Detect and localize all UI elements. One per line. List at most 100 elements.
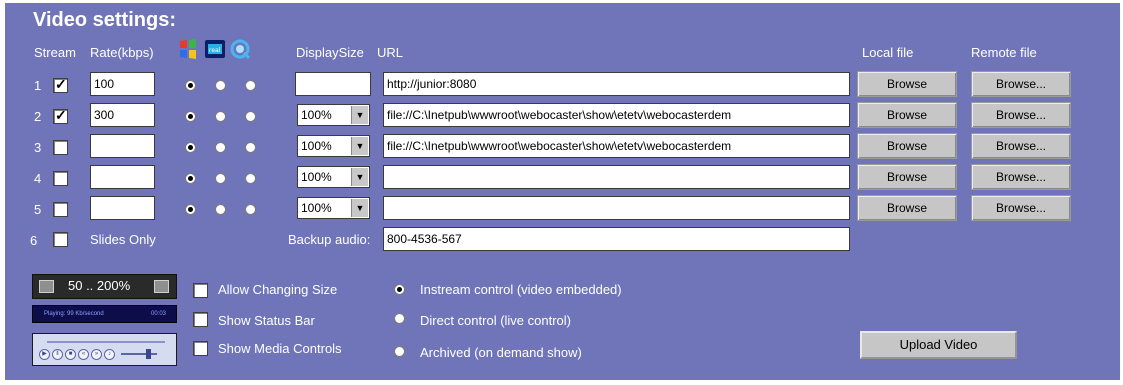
display-size-select[interactable]: 100% ▼ (297, 197, 370, 219)
header-stream: Stream (34, 45, 76, 60)
browse-remote-button[interactable]: Browse... (971, 164, 1071, 190)
browse-local-button[interactable]: Browse (857, 133, 957, 159)
stream-number: 5 (34, 202, 42, 217)
player-radio-windows-media[interactable] (185, 204, 196, 215)
browse-local-button[interactable]: Browse (857, 102, 957, 128)
status-time: 00:03 (151, 311, 167, 317)
section-title: Video settings: (33, 9, 176, 31)
stream-enable-checkbox[interactable] (53, 171, 68, 186)
stream-enable-checkbox[interactable] (53, 140, 68, 155)
grow-icon (154, 280, 169, 293)
player-radio-quicktime[interactable] (245, 111, 256, 122)
show-media-controls-label: Show Media Controls (218, 341, 342, 356)
browse-local-button[interactable]: Browse (857, 164, 957, 190)
rate-input[interactable] (90, 165, 155, 189)
player-radio-windows-media[interactable] (185, 142, 196, 153)
display-size-value: 100% (301, 170, 332, 184)
rewind-icon: « (78, 349, 89, 360)
url-input[interactable]: file://C:\Inetpub\wwwroot\webocaster\sho… (383, 103, 850, 127)
video-settings-panel: Video settings: Stream Rate(kbps) real D… (5, 3, 1120, 380)
seek-track (47, 341, 165, 343)
backup-audio-label: Backup audio: (288, 232, 371, 247)
url-input[interactable] (383, 165, 850, 189)
stream-enable-checkbox[interactable]: ✓ (53, 107, 68, 124)
stream-enable-checkbox[interactable] (53, 202, 68, 217)
archived-label: Archived (on demand show) (420, 345, 582, 360)
player-radio-windows-media[interactable] (185, 80, 196, 91)
backup-audio-input[interactable]: 800-4536-567 (383, 227, 850, 251)
slides-only-checkbox[interactable] (53, 232, 68, 247)
play-icon: ▶ (39, 349, 50, 360)
header-rate: Rate(kbps) (90, 45, 154, 60)
svg-text:real: real (209, 47, 221, 54)
show-status-bar-checkbox[interactable] (193, 312, 208, 327)
allow-changing-size-checkbox[interactable] (193, 283, 208, 298)
player-radio-real[interactable] (215, 173, 226, 184)
stream-number: 6 (30, 233, 38, 248)
status-text: Playing: 99 Kb/second (44, 311, 104, 317)
size-range-label: 50 .. 200% (68, 278, 131, 293)
stream-number: 4 (34, 171, 42, 186)
shrink-icon (39, 280, 54, 293)
rate-input[interactable] (90, 134, 155, 158)
browse-remote-button[interactable]: Browse... (971, 102, 1071, 128)
windows-media-icon (178, 38, 198, 60)
player-radio-quicktime[interactable] (245, 204, 256, 215)
resize-control-preview: 50 .. 200% (32, 274, 177, 299)
volume-thumb (146, 349, 151, 359)
archived-radio[interactable] (394, 346, 405, 357)
allow-changing-size-label: Allow Changing Size (218, 282, 338, 297)
player-radio-real[interactable] (215, 204, 226, 215)
player-radio-quicktime[interactable] (245, 80, 256, 91)
chevron-down-icon[interactable]: ▼ (351, 168, 368, 186)
stream-enable-checkbox[interactable]: ✓ (53, 76, 68, 93)
browse-remote-button[interactable]: Browse... (971, 133, 1071, 159)
display-size-select[interactable]: 100% ▼ (297, 104, 370, 126)
display-size-select[interactable]: 100% ▼ (297, 135, 370, 157)
show-status-bar-label: Show Status Bar (218, 313, 315, 328)
direct-control-radio[interactable] (394, 313, 405, 324)
player-radio-quicktime[interactable] (245, 142, 256, 153)
display-size-value: 100% (301, 139, 332, 153)
player-radio-windows-media[interactable] (185, 173, 196, 184)
chevron-down-icon[interactable]: ▼ (351, 137, 368, 155)
real-player-icon: real (204, 39, 226, 59)
browse-remote-button[interactable]: Browse... (971, 195, 1071, 221)
rate-input[interactable]: 300 (90, 103, 155, 127)
display-size-value: 100% (301, 108, 332, 122)
instream-control-radio[interactable] (394, 284, 405, 295)
header-remote-file: Remote file (971, 45, 1037, 60)
chevron-down-icon[interactable]: ▼ (351, 199, 368, 217)
stream-number: 2 (34, 109, 42, 124)
stream-number: 1 (34, 78, 42, 93)
rate-input[interactable]: 100 (90, 72, 155, 96)
quicktime-icon (230, 39, 251, 60)
player-radio-real[interactable] (215, 80, 226, 91)
browse-remote-button[interactable]: Browse... (971, 71, 1071, 97)
player-radio-real[interactable] (215, 142, 226, 153)
browse-local-button[interactable]: Browse (857, 195, 957, 221)
display-size-select[interactable]: 100% ▼ (297, 166, 370, 188)
rate-input[interactable] (90, 196, 155, 220)
url-input[interactable] (383, 196, 850, 220)
browse-local-button[interactable]: Browse (857, 71, 957, 97)
media-controls-preview: ▶ ‖ ■ « » ♪ (32, 333, 177, 366)
volume-slider (121, 353, 157, 355)
player-radio-windows-media[interactable] (185, 111, 196, 122)
url-input[interactable]: file://C:\Inetpub\wwwroot\webocaster\sho… (383, 134, 850, 158)
header-url: URL (377, 45, 404, 60)
player-radio-quicktime[interactable] (245, 173, 256, 184)
instream-control-label: Instream control (video embedded) (420, 282, 622, 297)
chevron-down-icon[interactable]: ▼ (351, 106, 368, 124)
stop-icon: ■ (65, 349, 76, 360)
display-size-input[interactable] (295, 72, 371, 96)
show-media-controls-checkbox[interactable] (193, 341, 208, 356)
stream-number: 3 (34, 140, 42, 155)
url-input[interactable]: http://junior:8080 (383, 72, 850, 96)
player-radio-real[interactable] (215, 111, 226, 122)
header-local-file: Local file (862, 45, 914, 60)
direct-control-label: Direct control (live control) (420, 313, 571, 328)
display-size-value: 100% (301, 201, 332, 215)
upload-video-button[interactable]: Upload Video (860, 331, 1017, 359)
volume-icon: ♪ (104, 349, 115, 360)
